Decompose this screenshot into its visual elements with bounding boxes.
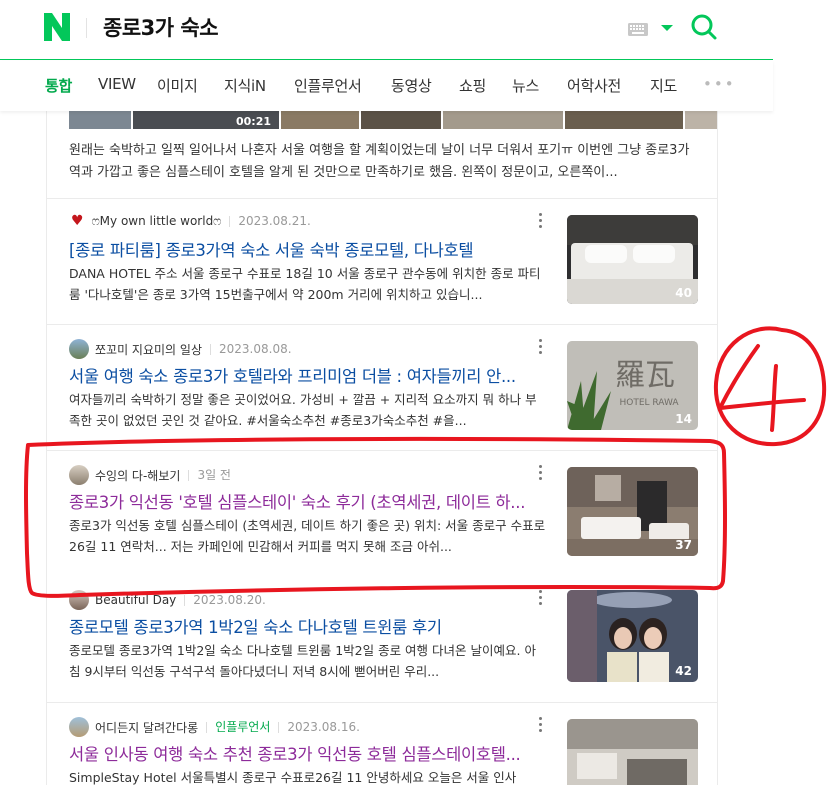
heart-icon: ♥ xyxy=(71,213,84,229)
more-options-icon[interactable] xyxy=(539,213,543,229)
search-query[interactable]: 종로3가 숙소 xyxy=(103,12,219,42)
tab-image[interactable]: 이미지 xyxy=(157,75,198,96)
result-title[interactable]: 종로3가 익선동 '호텔 심플스테이' 숙소 후기 (초역세권, 데이트 하..… xyxy=(69,489,547,513)
result-item: Beautiful Day 2023.08.20. 종로모텔 종로3가역 1박2… xyxy=(47,576,717,702)
more-options-icon[interactable] xyxy=(539,590,543,606)
author-name[interactable]: 수잉의 다-해보기 xyxy=(95,467,180,484)
naver-logo[interactable] xyxy=(44,13,70,41)
header-divider xyxy=(86,18,87,38)
search-results: 00:21 원래는 숙박하고 일찍 일어나서 나혼자 서울 여행을 할 계획이었… xyxy=(46,111,718,785)
post-date: 2023.08.20. xyxy=(184,594,266,606)
result-description: SimpleStay Hotel 서울특별시 종로구 수표로26길 11 안녕하… xyxy=(69,770,517,785)
avatar[interactable] xyxy=(69,339,89,359)
strip-image[interactable] xyxy=(361,111,441,129)
keyboard-icon[interactable] xyxy=(628,21,648,36)
result-thumbnail[interactable]: 42 xyxy=(567,590,698,682)
more-options-icon[interactable] xyxy=(539,339,543,355)
strip-image[interactable] xyxy=(565,111,683,129)
tab-video[interactable]: 동영상 xyxy=(391,75,432,96)
result-item: 어디든지 달려간다롱 인플루언서 2023.08.16. 서울 인사동 여행 숙… xyxy=(47,702,717,785)
result-title[interactable]: 서울 인사동 여행 숙소 추천 종로3가 익선동 호텔 심플스테이호텔... xyxy=(69,741,547,765)
photo-count: 14 xyxy=(675,412,692,426)
influencer-badge[interactable]: 인플루언서 xyxy=(206,721,270,733)
result-description: 종로3가 익선동 호텔 심플스테이 (초역세권, 데이트 하기 좋은 곳) 위치… xyxy=(69,518,546,554)
tab-kin[interactable]: 지식iN xyxy=(224,75,266,96)
tab-influencer[interactable]: 인플루언서 xyxy=(294,75,362,96)
image-strip[interactable]: 00:21 xyxy=(69,111,717,129)
strip-image[interactable] xyxy=(443,111,563,129)
search-tabs: 통합 VIEW 이미지 지식iN 인플루언서 동영상 쇼핑 뉴스 어학사전 지도… xyxy=(0,61,773,111)
photo-count: 37 xyxy=(675,538,692,552)
result-description: 여자들끼리 숙박하기 정말 좋은 곳이었어요. 가성비 + 깔끔 + 지리적 요… xyxy=(69,392,537,428)
author-name[interactable]: 어디든지 달려간다롱 xyxy=(95,719,198,736)
result-title[interactable]: 종로모텔 종로3가역 1박2일 숙소 다나호텔 트윈룸 후기 xyxy=(69,614,547,638)
tab-view[interactable]: VIEW xyxy=(98,75,136,93)
post-date: 2023.08.08. xyxy=(210,343,292,355)
tabs-more-icon[interactable]: ••• xyxy=(703,75,736,93)
result-meta: 수잉의 다-해보기 3일 전 xyxy=(69,465,231,485)
strip-image[interactable] xyxy=(685,111,717,129)
strip-video[interactable]: 00:21 xyxy=(133,111,279,129)
result-description: DANA HOTEL 주소 서울 종로구 수표로 18길 10 서울 종로구 관… xyxy=(69,266,541,302)
result-meta: 어디든지 달려간다롱 인플루언서 2023.08.16. xyxy=(69,717,360,737)
tab-dictionary[interactable]: 어학사전 xyxy=(567,75,621,96)
result-thumbnail[interactable]: 40 xyxy=(567,215,698,304)
tab-integrated[interactable]: 통합 xyxy=(45,75,72,96)
tab-shopping[interactable]: 쇼핑 xyxy=(459,75,486,96)
tab-news[interactable]: 뉴스 xyxy=(512,75,539,96)
result-meta: ♥ ෆMy own little worldෆ 2023.08.21. xyxy=(69,213,311,229)
result-title[interactable]: [종로 파티룸] 종로3가역 숙소 서울 숙박 종로모텔, 다나호텔 xyxy=(69,237,547,261)
result-meta: Beautiful Day 2023.08.20. xyxy=(69,590,266,610)
search-header: 종로3가 숙소 xyxy=(0,0,773,60)
strip-image[interactable] xyxy=(69,111,131,129)
result-description: 종로모텔 종로3가역 1박2일 숙소 다나호텔 트윈룸 1박2일 종로 여행 다… xyxy=(69,643,536,679)
video-duration: 00:21 xyxy=(235,115,271,128)
hotel-sign-subtext: HOTEL RAWA xyxy=(619,398,679,408)
post-date: 2023.08.16. xyxy=(278,721,360,733)
more-options-icon[interactable] xyxy=(539,717,543,733)
tab-map[interactable]: 지도 xyxy=(650,75,677,96)
author-name[interactable]: ෆMy own little worldෆ xyxy=(92,214,222,229)
avatar[interactable] xyxy=(69,590,89,610)
author-name[interactable]: Beautiful Day xyxy=(95,593,176,607)
result-meta: 쪼꼬미 지요미의 일상 2023.08.08. xyxy=(69,339,292,359)
result-thumbnail[interactable]: 羅瓦 HOTEL RAWA 14 xyxy=(567,341,698,430)
result-snippet: 원래는 숙박하고 일찍 일어나서 나혼자 서울 여행을 할 계획이었는데 날이 … xyxy=(69,143,690,180)
more-options-icon[interactable] xyxy=(539,465,543,481)
annotation-number-four xyxy=(713,326,827,447)
keyboard-dropdown-icon[interactable] xyxy=(661,25,673,31)
post-date: 2023.08.21. xyxy=(229,215,311,227)
post-date: 3일 전 xyxy=(188,469,231,481)
avatar[interactable] xyxy=(69,465,89,485)
author-name[interactable]: 쪼꼬미 지요미의 일상 xyxy=(95,341,202,358)
result-item: 쪼꼬미 지요미의 일상 2023.08.08. 서울 여행 숙소 종로3가 호텔… xyxy=(47,324,717,450)
result-thumbnail[interactable]: 37 xyxy=(567,467,698,556)
result-thumbnail[interactable] xyxy=(567,719,698,785)
result-title[interactable]: 서울 여행 숙소 종로3가 호텔라와 프리미엄 더블 : 여자들끼리 안... xyxy=(69,363,547,387)
photo-count: 40 xyxy=(675,286,692,300)
search-icon[interactable] xyxy=(690,13,718,41)
result-item: ♥ ෆMy own little worldෆ 2023.08.21. [종로 … xyxy=(47,198,717,324)
hotel-sign-text: 羅瓦 xyxy=(615,358,675,393)
photo-count: 42 xyxy=(675,664,692,678)
result-item: 수잉의 다-해보기 3일 전 종로3가 익선동 '호텔 심플스테이' 숙소 후기… xyxy=(47,450,717,576)
avatar[interactable] xyxy=(69,717,89,737)
strip-image[interactable] xyxy=(281,111,359,129)
